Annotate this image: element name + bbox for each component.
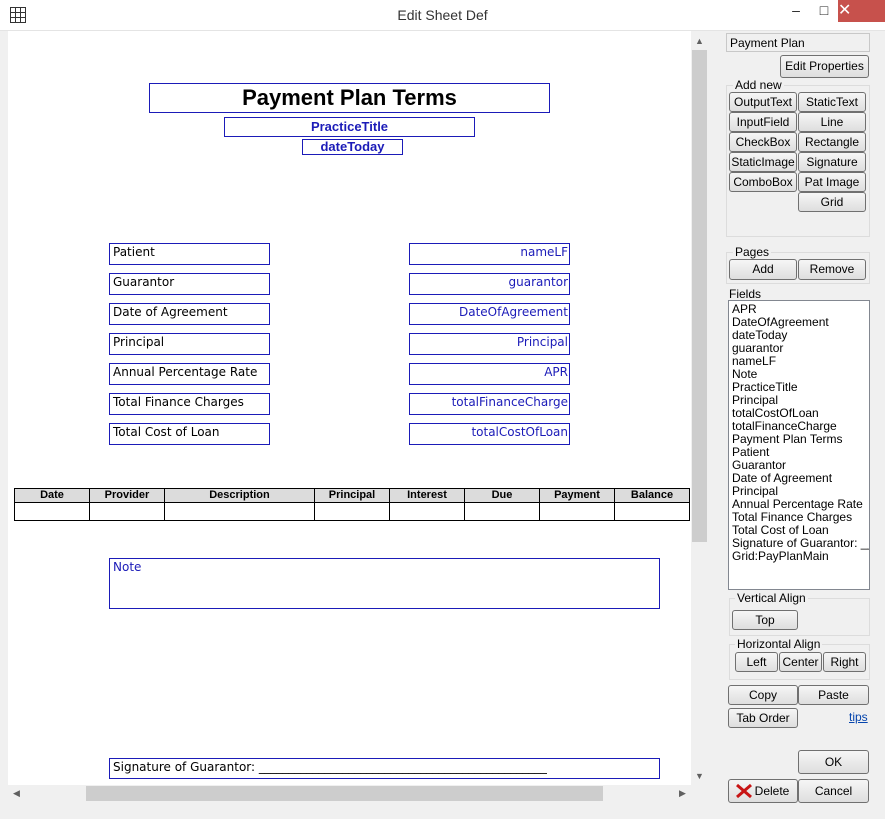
- horizontal-scroll-thumb[interactable]: [86, 786, 603, 801]
- cancel-button[interactable]: Cancel: [798, 779, 869, 803]
- window-title: Edit Sheet Def: [397, 7, 488, 23]
- add-rectangle-button[interactable]: Rectangle: [798, 132, 866, 152]
- scroll-up-arrow-icon[interactable]: ▲: [691, 33, 708, 50]
- practice-title-field[interactable]: PracticeTitle: [224, 117, 475, 137]
- label-principal[interactable]: Principal: [109, 333, 270, 355]
- grid-column-interest: Interest: [390, 489, 465, 502]
- add-grid-button[interactable]: Grid: [798, 192, 866, 212]
- grid-cell: [15, 503, 90, 520]
- grid-cell: [315, 503, 390, 520]
- field-total-cost-of-loan[interactable]: totalCostOfLoan: [409, 423, 570, 445]
- add-checkbox-button[interactable]: CheckBox: [729, 132, 797, 152]
- sheet-canvas[interactable]: Payment Plan Terms PracticeTitle dateTod…: [8, 31, 691, 785]
- add-signature-button[interactable]: Signature: [798, 152, 866, 172]
- scroll-right-arrow-icon[interactable]: ▶: [674, 785, 691, 802]
- add-output-text-button[interactable]: OutputText: [729, 92, 797, 112]
- copy-button[interactable]: Copy: [728, 685, 798, 705]
- grid-column-payment: Payment: [540, 489, 615, 502]
- add-static-image-button[interactable]: StaticImage: [729, 152, 797, 172]
- horizontal-align-title: Horizontal Align: [735, 637, 823, 651]
- minimize-button[interactable]: –: [782, 0, 810, 22]
- pages-remove-button[interactable]: Remove: [798, 259, 866, 280]
- field-name-lf[interactable]: nameLF: [409, 243, 570, 265]
- tab-order-button[interactable]: Tab Order: [728, 708, 798, 728]
- grid-cell: [465, 503, 540, 520]
- fields-list[interactable]: APR DateOfAgreement dateToday guarantor …: [728, 300, 870, 590]
- delete-x-icon: [736, 783, 752, 799]
- paste-button[interactable]: Paste: [798, 685, 869, 705]
- field-total-finance-charge[interactable]: totalFinanceCharge: [409, 393, 570, 415]
- pay-plan-grid-header[interactable]: Date Provider Description Principal Inte…: [14, 488, 690, 503]
- add-pat-image-button[interactable]: Pat Image: [798, 172, 866, 192]
- grid-column-description: Description: [165, 489, 315, 502]
- label-annual-percentage-rate[interactable]: Annual Percentage Rate: [109, 363, 270, 385]
- scroll-left-arrow-icon[interactable]: ◀: [8, 785, 25, 802]
- align-top-button[interactable]: Top: [732, 610, 798, 630]
- add-new-title: Add new: [733, 78, 784, 92]
- note-field[interactable]: Note: [109, 558, 660, 609]
- pay-plan-grid-row[interactable]: [14, 503, 690, 521]
- grid-cell: [90, 503, 165, 520]
- field-principal[interactable]: Principal: [409, 333, 570, 355]
- sheet-name-display: Payment Plan: [726, 33, 870, 52]
- pages-title: Pages: [733, 245, 772, 259]
- grid-cell: [165, 503, 315, 520]
- list-item[interactable]: Grid:PayPlanMain: [732, 550, 866, 563]
- vertical-scroll-thumb[interactable]: [692, 50, 707, 542]
- fields-title: Fields: [729, 287, 762, 301]
- field-date-of-agreement[interactable]: DateOfAgreement: [409, 303, 570, 325]
- pages-add-button[interactable]: Add: [729, 259, 797, 280]
- date-today-field[interactable]: dateToday: [302, 139, 403, 155]
- sheet-title-field[interactable]: Payment Plan Terms: [149, 83, 550, 113]
- align-left-button[interactable]: Left: [735, 652, 778, 672]
- grid-column-date: Date: [15, 489, 90, 502]
- delete-button[interactable]: Delete: [728, 779, 798, 803]
- grid-cell: [390, 503, 465, 520]
- label-patient[interactable]: Patient: [109, 243, 270, 265]
- label-total-cost-of-loan[interactable]: Total Cost of Loan: [109, 423, 270, 445]
- grid-column-due: Due: [465, 489, 540, 502]
- vertical-align-title: Vertical Align: [735, 591, 808, 605]
- grid-cell: [540, 503, 615, 520]
- signature-of-guarantor-field[interactable]: Signature of Guarantor: ________________…: [109, 758, 660, 779]
- field-apr[interactable]: APR: [409, 363, 570, 385]
- maximize-button[interactable]: □: [810, 0, 838, 22]
- add-static-text-button[interactable]: StaticText: [798, 92, 866, 112]
- add-combobox-button[interactable]: ComboBox: [729, 172, 797, 192]
- tips-link[interactable]: tips: [849, 710, 868, 724]
- edit-properties-button[interactable]: Edit Properties: [780, 55, 869, 78]
- label-total-finance-charges[interactable]: Total Finance Charges: [109, 393, 270, 415]
- scroll-down-arrow-icon[interactable]: ▼: [691, 768, 708, 785]
- align-right-button[interactable]: Right: [823, 652, 866, 672]
- grid-column-balance: Balance: [630, 489, 674, 501]
- add-input-field-button[interactable]: InputField: [729, 112, 797, 132]
- field-guarantor[interactable]: guarantor: [409, 273, 570, 295]
- add-line-button[interactable]: Line: [798, 112, 866, 132]
- grid-column-provider: Provider: [90, 489, 165, 502]
- delete-label: Delete: [754, 784, 790, 798]
- ok-button[interactable]: OK: [798, 750, 869, 774]
- grid-column-principal: Principal: [315, 489, 390, 502]
- label-date-of-agreement[interactable]: Date of Agreement: [109, 303, 270, 325]
- close-button[interactable]: ✕: [838, 0, 885, 22]
- grid-cell: [615, 503, 689, 520]
- label-guarantor[interactable]: Guarantor: [109, 273, 270, 295]
- align-center-button[interactable]: Center: [779, 652, 822, 672]
